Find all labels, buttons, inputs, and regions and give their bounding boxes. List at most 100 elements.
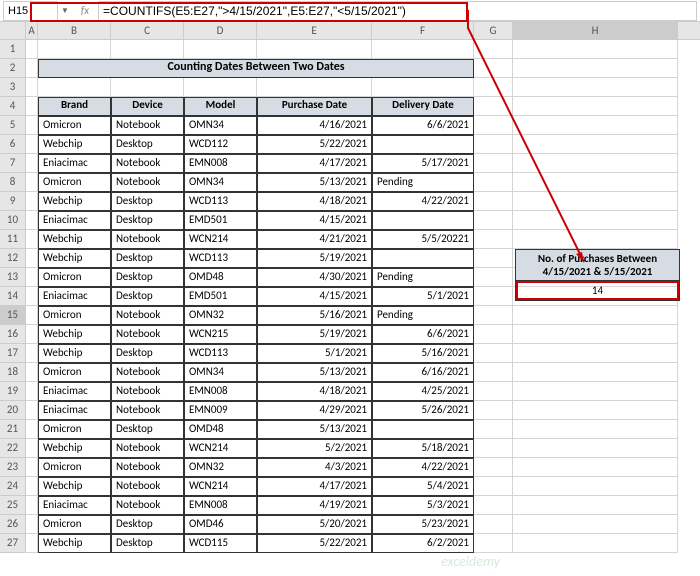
th-delivery[interactable]: Delivery Date [372,97,474,116]
cell-purchase[interactable]: 5/20/2021 [257,515,372,534]
cell[interactable] [26,59,38,78]
cell-brand[interactable]: Omicron [38,420,111,439]
row-header[interactable]: 25 [0,496,26,515]
col-header-h[interactable]: H [513,22,678,39]
cell[interactable] [474,97,513,116]
cell-device[interactable]: Desktop [111,192,184,211]
row-header[interactable]: 9 [0,192,26,211]
cell-device[interactable]: Notebook [111,496,184,515]
cell-brand[interactable]: Eniacimac [38,382,111,401]
cell-model[interactable]: EMN008 [184,154,257,173]
cell-model[interactable]: OMN34 [184,363,257,382]
cell[interactable] [26,420,38,439]
cell-model[interactable]: WCN214 [184,439,257,458]
cell[interactable] [26,97,38,116]
cell-purchase[interactable]: 4/29/2021 [257,401,372,420]
cell-delivery[interactable] [372,211,474,230]
cell-model[interactable]: EMN008 [184,382,257,401]
cell-purchase[interactable]: 4/17/2021 [257,154,372,173]
cell[interactable] [38,78,111,97]
row-header[interactable]: 13 [0,268,26,287]
cell-delivery[interactable]: 6/2/2021 [372,534,474,553]
cell-brand[interactable]: Omicron [38,116,111,135]
cell-model[interactable]: WCD113 [184,192,257,211]
formula-bar[interactable] [98,1,697,21]
cell[interactable] [513,192,678,211]
cell-device[interactable]: Notebook [111,477,184,496]
cell-purchase[interactable]: 4/16/2021 [257,116,372,135]
cell[interactable] [474,420,513,439]
cell[interactable] [26,268,38,287]
th-device[interactable]: Device [111,97,184,116]
cell[interactable] [513,439,678,458]
cell[interactable] [474,230,513,249]
cell-brand[interactable]: Eniacimac [38,496,111,515]
th-purchase[interactable]: Purchase Date [257,97,372,116]
cell[interactable] [474,154,513,173]
cell[interactable] [513,97,678,116]
cell-brand[interactable]: Webchip [38,135,111,154]
cell[interactable] [513,116,678,135]
cell-device[interactable]: Notebook [111,382,184,401]
cell-model[interactable]: WCN215 [184,325,257,344]
cell[interactable] [474,173,513,192]
cell[interactable] [26,78,38,97]
cell[interactable] [474,363,513,382]
cell[interactable] [513,40,678,59]
cell[interactable] [474,192,513,211]
th-brand[interactable]: Brand [38,97,111,116]
cell[interactable] [26,439,38,458]
cell[interactable] [184,40,257,59]
cell[interactable] [474,458,513,477]
cell-device[interactable]: Notebook [111,363,184,382]
cell-purchase[interactable]: 5/1/2021 [257,344,372,363]
cell-purchase[interactable]: 5/16/2021 [257,306,372,325]
cell[interactable] [257,40,372,59]
cell[interactable] [474,135,513,154]
cell-device[interactable]: Desktop [111,420,184,439]
cell[interactable] [513,401,678,420]
row-header[interactable]: 19 [0,382,26,401]
cell-purchase[interactable]: 4/15/2021 [257,287,372,306]
cell-model[interactable]: OMN34 [184,116,257,135]
cell[interactable] [372,78,474,97]
cell-device[interactable]: Notebook [111,439,184,458]
cell-delivery[interactable]: 5/16/2021 [372,344,474,363]
cell-brand[interactable]: Webchip [38,534,111,553]
cell[interactable] [474,496,513,515]
row-header[interactable]: 5 [0,116,26,135]
cell-device[interactable]: Notebook [111,306,184,325]
row-header[interactable]: 17 [0,344,26,363]
row-header[interactable]: 4 [0,97,26,116]
row-header[interactable]: 12 [0,249,26,268]
row-header[interactable]: 24 [0,477,26,496]
cell[interactable] [111,78,184,97]
cell[interactable] [513,306,678,325]
cell-brand[interactable]: Webchip [38,344,111,363]
cell-device[interactable]: Desktop [111,249,184,268]
cell-brand[interactable]: Webchip [38,249,111,268]
cell[interactable] [513,515,678,534]
cell-delivery[interactable] [372,249,474,268]
cell-device[interactable]: Desktop [111,287,184,306]
cell[interactable] [26,382,38,401]
cell[interactable] [474,439,513,458]
cell[interactable] [26,287,38,306]
cell-model[interactable]: OMN34 [184,173,257,192]
cell-purchase[interactable]: 5/2/2021 [257,439,372,458]
table-title[interactable]: Counting Dates Between Two Dates [38,59,474,78]
cell-device[interactable]: Notebook [111,325,184,344]
cell-delivery[interactable]: 4/25/2021 [372,382,474,401]
cell-model[interactable]: OMD48 [184,268,257,287]
cell[interactable] [474,534,513,553]
cell-purchase[interactable]: 4/18/2021 [257,192,372,211]
row-header[interactable]: 2 [0,59,26,78]
cell[interactable] [513,59,678,78]
cell[interactable] [38,40,111,59]
cell[interactable] [26,249,38,268]
row-header[interactable]: 18 [0,363,26,382]
row-header[interactable]: 15 [0,306,26,325]
cell[interactable] [513,325,678,344]
cell-purchase[interactable]: 5/13/2021 [257,173,372,192]
cell-purchase[interactable]: 4/30/2021 [257,268,372,287]
